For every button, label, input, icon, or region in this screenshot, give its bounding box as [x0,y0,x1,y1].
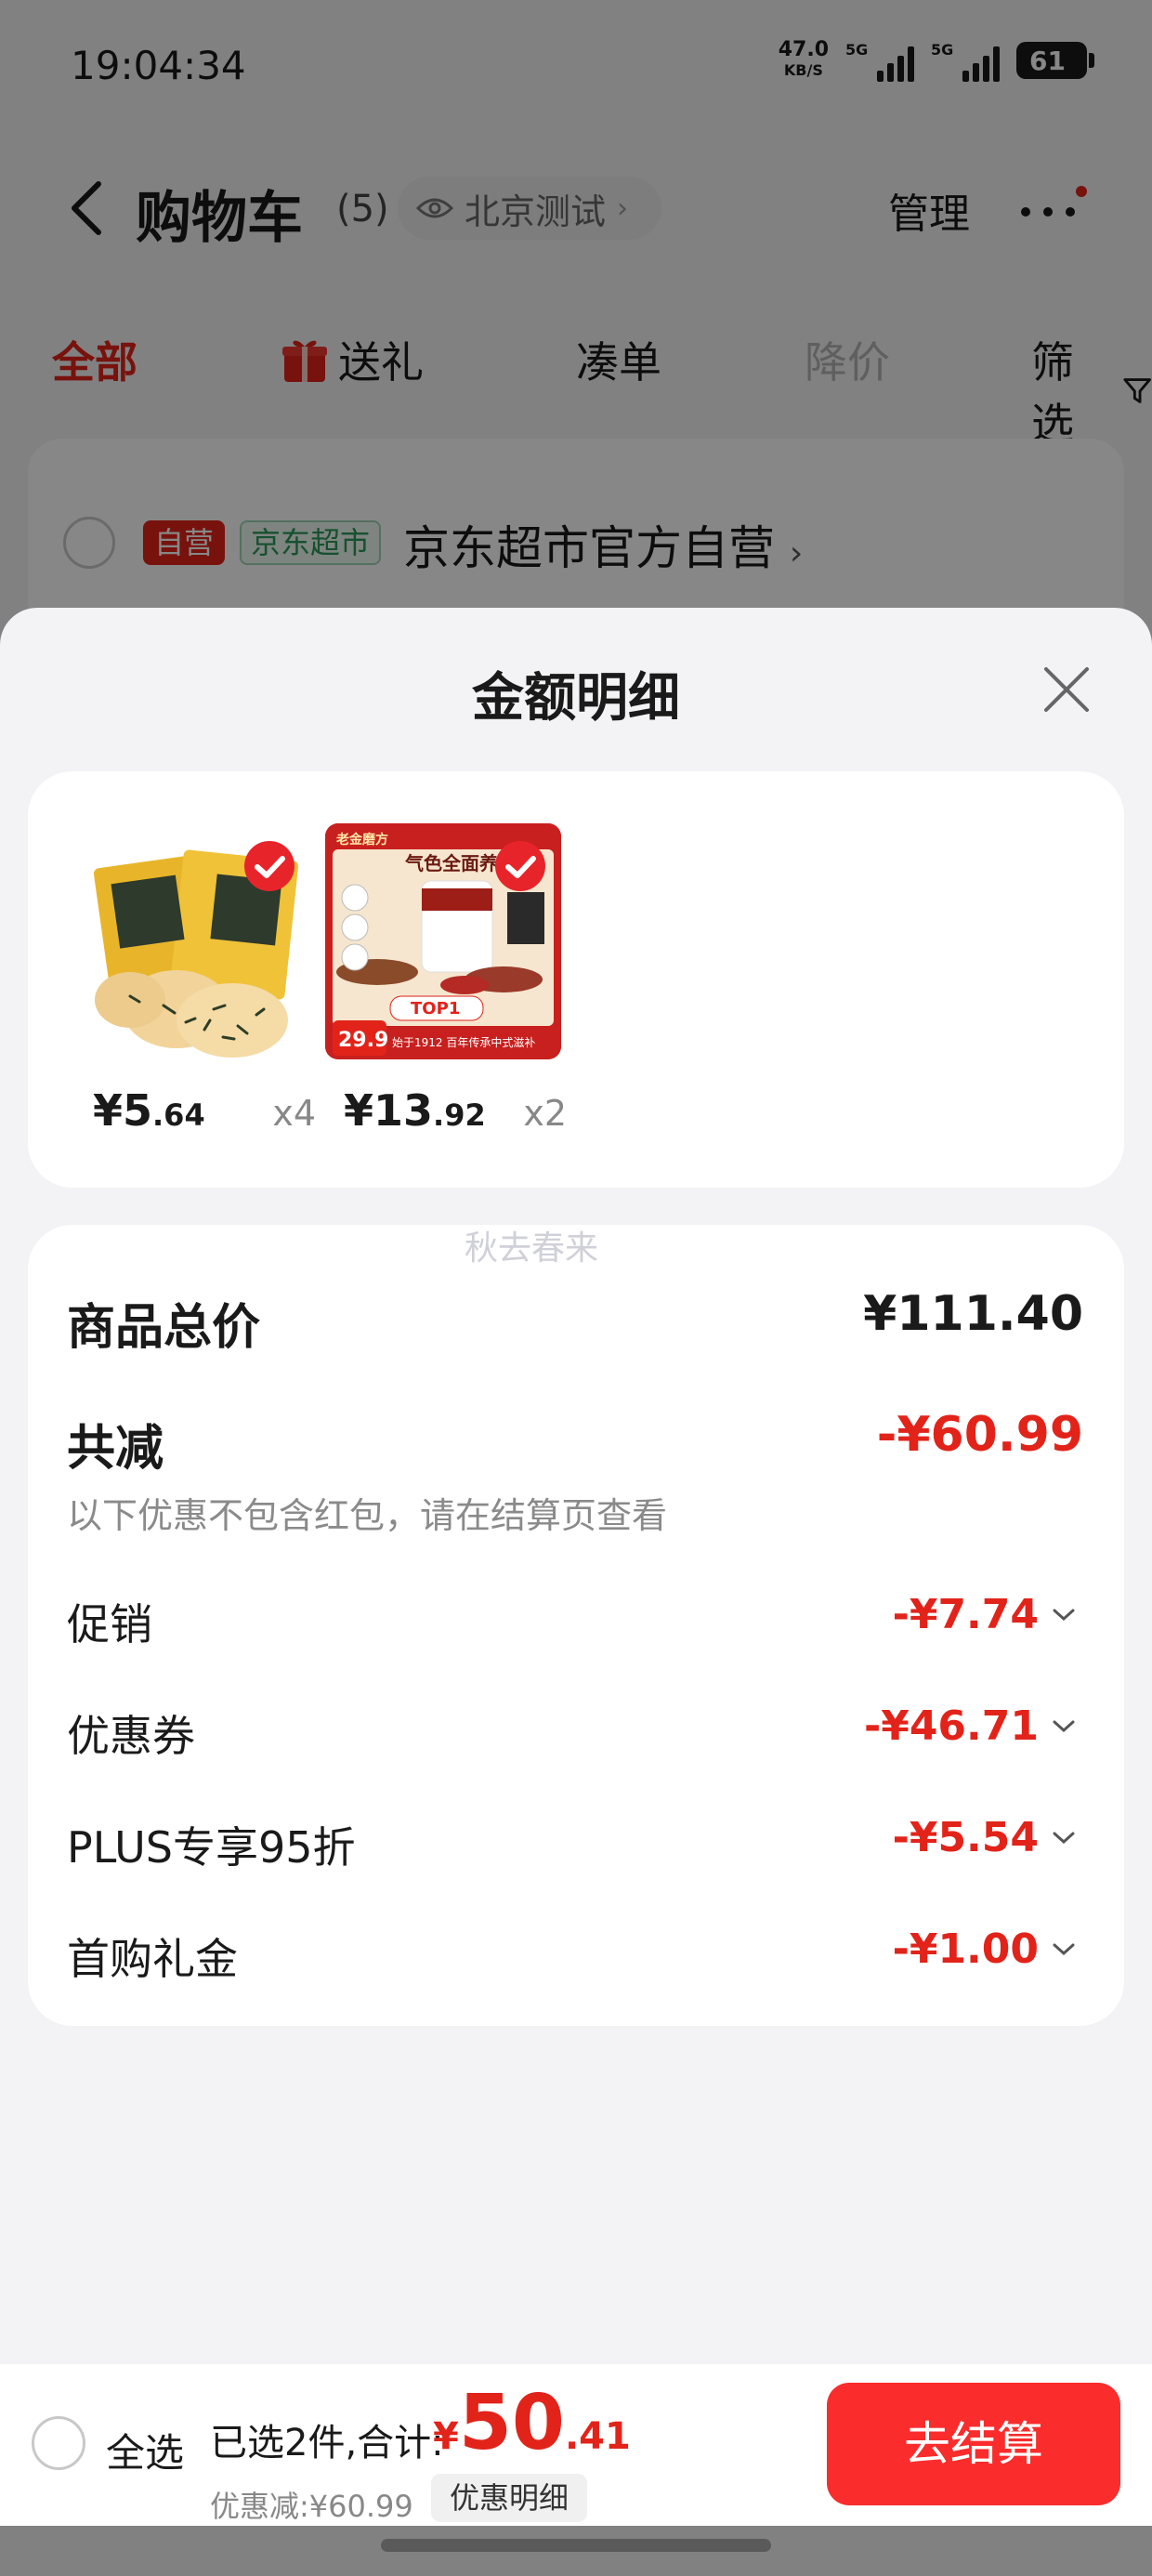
product-brand-text: 老金磨方 [336,832,388,848]
total-reduction-label: 共减 [67,1421,164,1477]
price-decimal: .92 [433,1097,486,1133]
product-image: 老金磨方 气色全面养 TOP1 29.9 始于1912 百年传承中式滋补 [325,823,561,1059]
selected-products: ¥5.64 x4 老金磨方 气色全面养 TOP1 29.9 始于1912 百年传… [28,771,1124,1188]
price-integer: ¥5 [93,1085,153,1136]
check-icon [244,841,295,891]
chevron-down-icon [1053,1943,1075,1955]
promotion-value[interactable]: -¥7.74 [893,1591,1076,1638]
promotion-label: 促销 [67,1599,152,1649]
promotion-amount: -¥7.74 [892,1591,1039,1638]
coupon-amount: -¥46.71 [863,1702,1039,1750]
coupon-label: 优惠券 [67,1711,195,1761]
product-price: ¥13.92 [344,1085,486,1136]
first-purchase-label: 首购礼金 [67,1934,238,1984]
product-slogan-text: 始于1912 百年传承中式滋补 [392,1035,535,1049]
product-headline-text: 气色全面养 [404,852,498,874]
selected-summary: 已选2件,合计: [210,2422,444,2464]
product-promo-price: 29.9 [338,1029,388,1052]
coupon-value[interactable]: -¥46.71 [864,1702,1076,1750]
plus-discount-label: PLUS专享95折 [67,1822,356,1873]
chevron-down-icon [1053,1720,1075,1732]
product-quantity: x2 [523,1093,567,1134]
total-reduction-value: -¥60.99 [876,1407,1083,1463]
close-icon[interactable] [1041,664,1093,716]
amount-summary: 秋去春来 商品总价 ¥111.40 共减 -¥60.99 以下优惠不包含红包，请… [28,1225,1124,2026]
total-price-value: ¥111.40 [863,1286,1083,1342]
first-purchase-value[interactable]: -¥1.00 [893,1925,1076,1973]
price-decimal: .64 [152,1097,205,1133]
product-item[interactable]: ¥5.64 x4 [74,823,320,1136]
chevron-down-icon [1053,1609,1075,1621]
select-all-label[interactable]: 全选 [106,2422,184,2478]
plus-discount-amount: -¥5.54 [892,1814,1039,1861]
product-quantity: x4 [272,1093,316,1134]
sheet-title: 金额明细 [472,668,680,729]
home-indicator[interactable] [381,2539,771,2552]
discount-summary: 优惠减:¥60.99 [210,2489,413,2524]
checkout-button[interactable]: 去结算 [827,2383,1120,2505]
product-price: ¥5.64 [93,1085,205,1136]
product-rank-text: TOP1 [411,999,460,1019]
grand-total: ¥ 50 .41 [433,2379,631,2467]
total-price-label: 商品总价 [67,1300,261,1356]
first-purchase-amount: -¥1.00 [892,1925,1039,1973]
currency-symbol: ¥ [433,2415,459,2458]
chevron-down-icon [1053,1832,1075,1844]
checkout-bar: 全选 已选2件,合计: ¥ 50 .41 优惠减:¥60.99 优惠明细 去结算 [0,2364,1152,2526]
product-image [74,823,310,1059]
reduction-note: 以下优惠不包含红包，请在结算页查看 [67,1495,668,1536]
product-item[interactable]: 老金磨方 气色全面养 TOP1 29.9 始于1912 百年传承中式滋补 ¥13… [325,823,570,1136]
select-all-radio[interactable] [32,2416,85,2470]
plus-discount-value[interactable]: -¥5.54 [893,1814,1076,1861]
discount-detail-button[interactable]: 优惠明细 [431,2474,588,2522]
total-integer: 50 [458,2379,565,2467]
amount-detail-sheet: 金额明细 ¥5.64 x4 老金磨方 气色全面养 TOP1 29.9 始于191… [0,608,1152,2364]
check-icon [495,841,545,891]
total-decimal: .41 [564,2415,631,2458]
watermark: 秋去春来 [465,1229,599,1268]
price-integer: ¥13 [344,1085,434,1136]
